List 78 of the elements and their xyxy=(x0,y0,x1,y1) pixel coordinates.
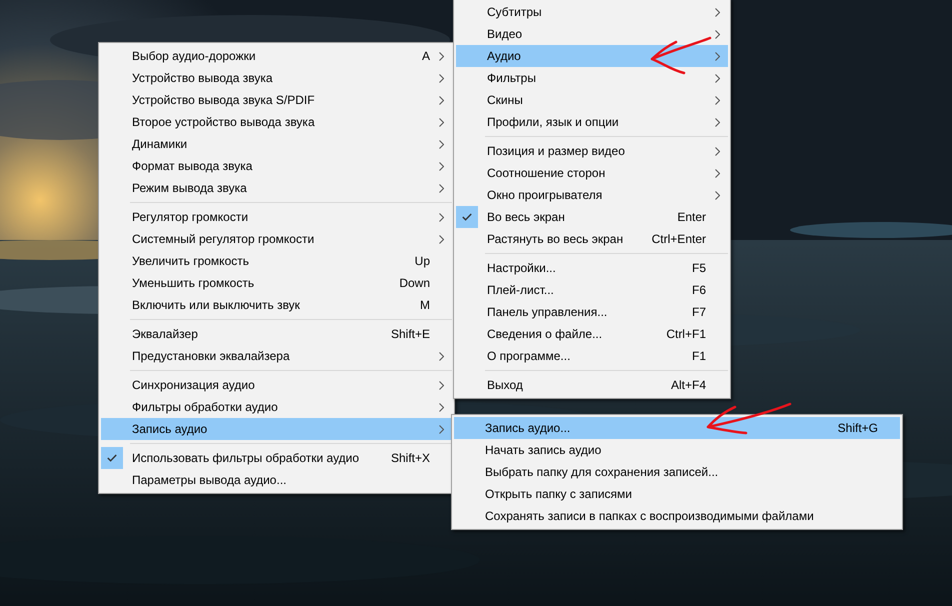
menu-item[interactable]: Фильтры обработки аудио xyxy=(101,396,452,418)
shortcut-label: Shift+E xyxy=(390,326,430,343)
chevron-right-icon xyxy=(438,424,444,434)
menu-item[interactable]: Динамики xyxy=(101,133,452,155)
menu-item[interactable]: Увеличить громкость Up xyxy=(101,250,452,272)
shortcut-label: Ctrl+Enter xyxy=(652,231,706,248)
shortcut-label: Up xyxy=(414,253,430,270)
shortcut-label: F6 xyxy=(692,282,706,299)
chevron-right-icon xyxy=(438,234,444,244)
chevron-right-icon xyxy=(438,52,444,60)
arrow-drawing xyxy=(648,34,712,76)
menu-item[interactable]: Растянуть во весь экран Ctrl+Enter xyxy=(456,228,728,250)
menu-item[interactable]: Аудио xyxy=(456,45,728,67)
menu-item[interactable]: Выбрать папку для сохранения записей... xyxy=(454,461,900,483)
chevron-right-icon xyxy=(438,74,444,82)
chevron-right-icon xyxy=(714,96,720,104)
chevron-right-icon xyxy=(714,74,720,82)
menu-item[interactable]: Плей-лист... F6 xyxy=(456,279,728,301)
chevron-right-icon xyxy=(438,184,444,192)
menu-item[interactable]: Устройство вывода звука xyxy=(101,67,452,89)
menu-item[interactable]: Позиция и размер видео xyxy=(456,140,728,162)
menu-item[interactable]: Во весь экран Enter xyxy=(456,206,728,228)
menu-item[interactable]: Формат вывода звука xyxy=(101,155,452,177)
menu-item[interactable]: Настройки... F5 xyxy=(456,257,728,279)
menu-item[interactable]: Фильтры xyxy=(456,67,728,89)
menu-item[interactable]: Уменьшить громкость Down xyxy=(101,272,452,294)
menu-item[interactable]: Эквалайзер Shift+E xyxy=(101,323,452,345)
menu-item[interactable]: Выход Alt+F4 xyxy=(456,374,728,396)
menu-item[interactable]: Предустановки эквалайзера xyxy=(101,345,452,367)
shortcut-label: F1 xyxy=(692,348,706,365)
menu-item[interactable]: Включить или выключить звук M xyxy=(101,294,452,316)
shortcut-label: Shift+G xyxy=(838,420,878,437)
menu-item[interactable]: Панель управления... F7 xyxy=(456,301,728,323)
menu-item[interactable]: Параметры вывода аудио... xyxy=(101,469,452,491)
menu-item[interactable]: Начать запись аудио xyxy=(454,439,900,461)
menu-item[interactable]: Регулятор громкости xyxy=(101,206,452,228)
chevron-right-icon xyxy=(438,212,444,222)
menu-item[interactable]: Субтитры xyxy=(456,1,728,23)
shortcut-label: F7 xyxy=(692,304,706,321)
shortcut-label: A xyxy=(422,48,430,65)
chevron-right-icon xyxy=(438,162,444,170)
menu-item[interactable]: Синхронизация аудио xyxy=(101,374,452,396)
chevron-right-icon xyxy=(714,146,720,156)
shortcut-label: Alt+F4 xyxy=(670,377,706,394)
shortcut-label: Down xyxy=(399,275,430,292)
menu-item[interactable]: Системный регулятор громкости xyxy=(101,228,452,250)
chevron-right-icon xyxy=(438,380,444,390)
menu-item[interactable]: Устройство вывода звука S/PDIF xyxy=(101,89,452,111)
menu-item[interactable]: Скины xyxy=(456,89,728,111)
shortcut-label: F5 xyxy=(692,260,706,277)
chevron-right-icon xyxy=(438,140,444,148)
menu-item[interactable]: Запись аудио xyxy=(101,418,452,440)
chevron-right-icon xyxy=(438,402,444,412)
chevron-right-icon xyxy=(714,52,720,60)
shortcut-label: M xyxy=(420,297,430,314)
menu-item[interactable]: Режим вывода звука xyxy=(101,177,452,199)
shortcut-label: Enter xyxy=(677,209,706,226)
chevron-right-icon xyxy=(714,190,720,200)
menu-item[interactable]: Использовать фильтры обработки аудио Shift+X xyxy=(101,447,452,469)
chevron-right-icon xyxy=(714,118,720,126)
chevron-right-icon xyxy=(438,118,444,126)
menu-item[interactable]: Открыть папку с записями xyxy=(454,483,900,505)
chevron-right-icon xyxy=(438,352,444,360)
menu-item[interactable]: О программе... F1 xyxy=(456,345,728,367)
shortcut-label: Shift+X xyxy=(390,450,430,467)
menu-item[interactable]: Видео xyxy=(456,23,728,45)
chevron-right-icon xyxy=(438,96,444,104)
menu-item[interactable]: Сведения о файле... Ctrl+F1 xyxy=(456,323,728,345)
chevron-right-icon xyxy=(714,168,720,178)
chevron-right-icon xyxy=(714,8,720,16)
menu-item[interactable]: Профили, язык и опции xyxy=(456,111,728,133)
menu-item[interactable]: Окно проигрывателя xyxy=(456,184,728,206)
chevron-right-icon xyxy=(714,30,720,38)
menu-item[interactable]: Запись аудио... Shift+G xyxy=(454,417,900,439)
shortcut-label: Ctrl+F1 xyxy=(666,326,706,343)
menu-item[interactable]: Второе устройство вывода звука xyxy=(101,111,452,133)
menu-item[interactable]: Сохранять записи в папках с воспроизводимыми файлами xyxy=(454,505,900,527)
menu-item[interactable]: Соотношение сторон xyxy=(456,162,728,184)
